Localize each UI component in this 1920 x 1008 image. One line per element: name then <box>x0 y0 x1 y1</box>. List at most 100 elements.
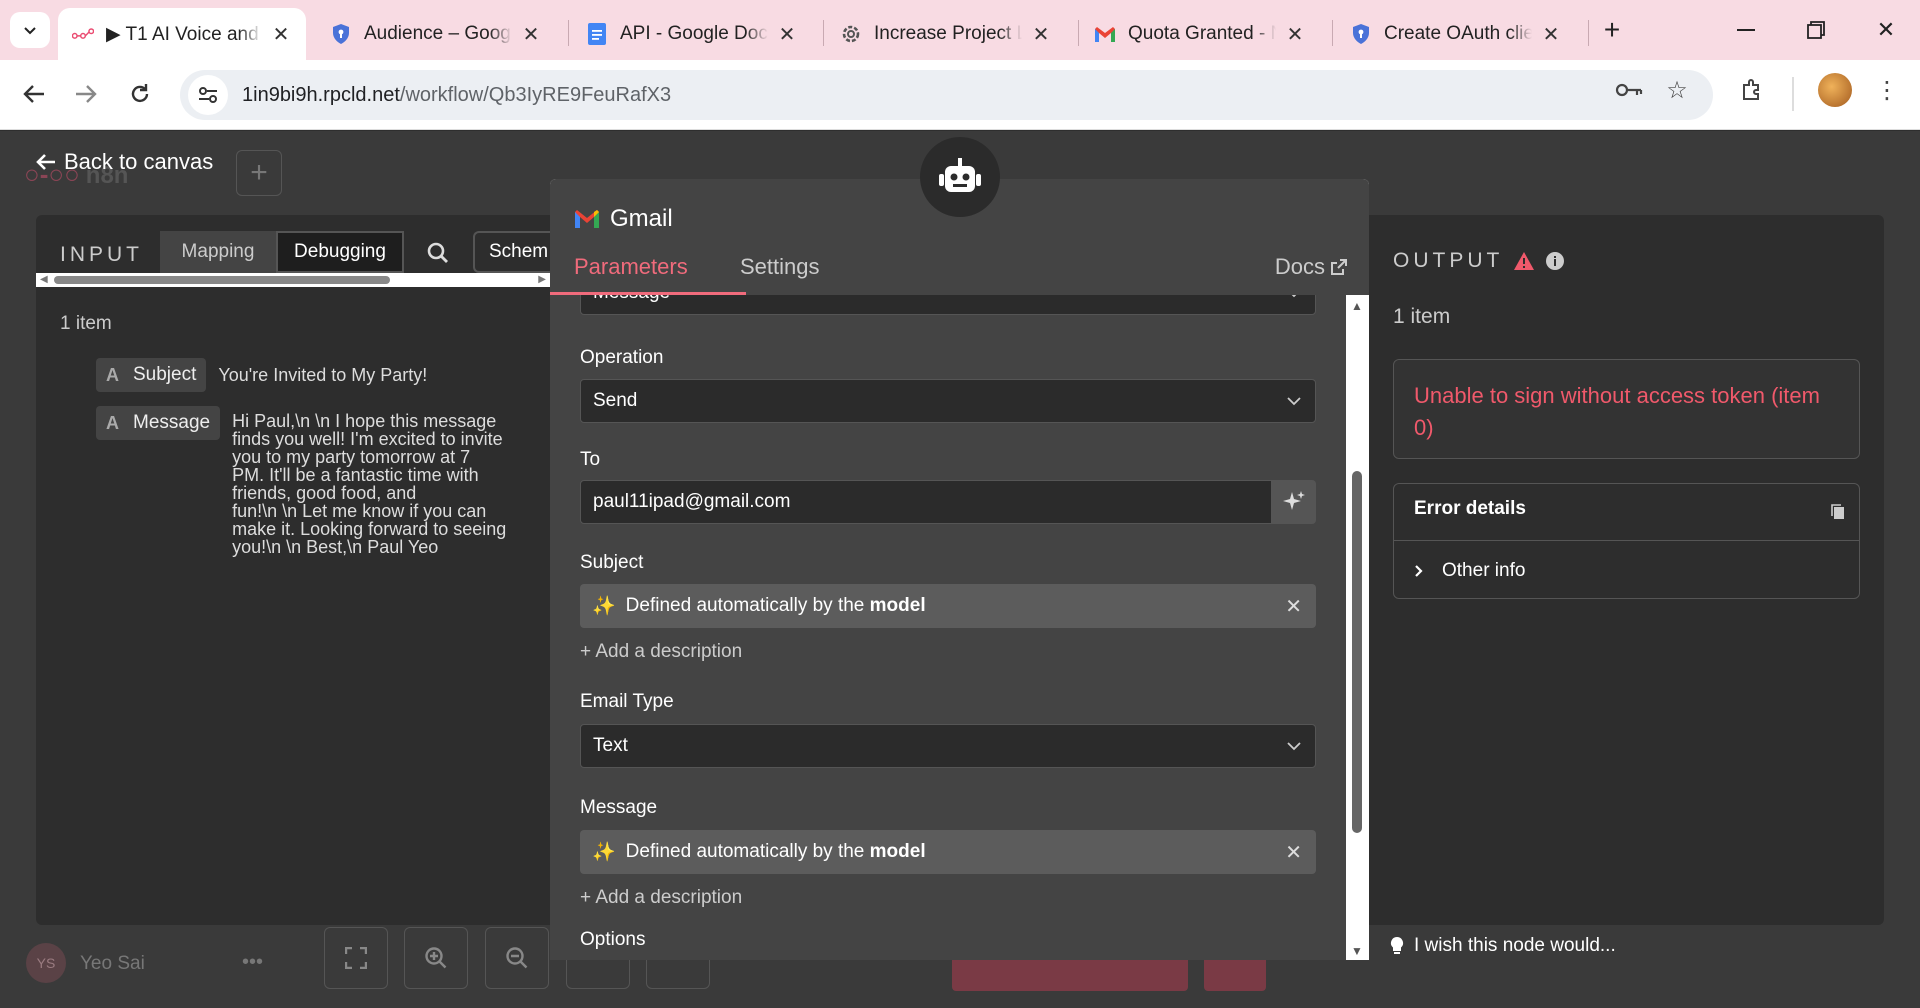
close-icon[interactable]: ✕ <box>270 22 292 47</box>
tab-separator <box>568 20 569 46</box>
field-name: Message <box>133 412 211 433</box>
subject-model-field[interactable]: ✨ Defined automatically by the model ✕ <box>580 584 1316 628</box>
close-icon[interactable]: ✕ <box>1284 22 1306 47</box>
tab-increase-project[interactable]: Increase Project Lir ✕ <box>826 8 1066 60</box>
vertical-scrollbar[interactable]: ▲ ▼ <box>1346 295 1369 960</box>
message-line: Hi Paul,\n \n I hope this message <box>232 411 497 431</box>
add-description-link[interactable]: + Add a description <box>580 641 742 663</box>
arrow-right-icon <box>76 85 97 103</box>
warning-icon <box>1514 252 1535 270</box>
message-line: fun!\n \n Let me know if you can <box>232 501 487 521</box>
feedback-link[interactable]: I wish this node would... <box>1390 935 1616 957</box>
zoom-out-button[interactable] <box>485 927 549 989</box>
copy-icon[interactable] <box>1831 504 1845 520</box>
user-menu-button[interactable]: ••• <box>242 951 263 974</box>
field-tag[interactable]: A Message <box>96 406 221 440</box>
tab-title: Quota Granted - N <box>1128 23 1276 44</box>
chevron-down-icon <box>24 27 36 35</box>
docs-link[interactable]: Docs <box>1275 254 1347 280</box>
message-line: finds you well! I'm excited to invite <box>232 429 503 449</box>
new-tab-button[interactable]: + <box>1592 10 1632 50</box>
close-icon[interactable]: ✕ <box>1285 840 1302 865</box>
window-close-button[interactable]: ✕ <box>1866 10 1906 50</box>
tab-search-button[interactable] <box>10 12 50 48</box>
model-prefix: Defined automatically by the <box>625 595 870 616</box>
tab-api-docs[interactable]: API - Google Docs ✕ <box>572 8 812 60</box>
site-info-icon[interactable] <box>188 75 228 115</box>
email-type-value: Text <box>593 735 628 756</box>
search-icon[interactable] <box>420 235 456 271</box>
password-key-icon[interactable] <box>1614 75 1644 105</box>
back-nav-button[interactable] <box>14 74 54 114</box>
scrollbar-thumb[interactable] <box>1352 471 1362 833</box>
zoom-in-icon <box>425 947 447 969</box>
close-icon[interactable]: ✕ <box>776 22 798 47</box>
schema-view-button[interactable]: Schem <box>473 231 550 273</box>
divider <box>1394 540 1859 541</box>
field-tag[interactable]: A Subject <box>96 358 207 392</box>
browser-tab-strip: ▶ T1 AI Voice and ✕ Audience – Google ✕ … <box>0 0 1920 60</box>
model-prefix: Defined automatically by the <box>625 841 870 862</box>
restore-button[interactable] <box>1796 10 1836 50</box>
scroll-up-icon[interactable]: ▲ <box>1351 299 1363 313</box>
tab-audience[interactable]: Audience – Google ✕ <box>316 8 556 60</box>
horizontal-scrollbar[interactable]: ◀ ▶ <box>36 273 550 287</box>
sparkle-icon <box>1283 491 1305 510</box>
parameters-form: Message Operation Send To paul11ipad@gma… <box>550 295 1346 960</box>
string-type-icon: A <box>106 364 119 385</box>
fit-view-button[interactable] <box>324 927 388 989</box>
mapping-toggle[interactable]: Mapping <box>160 231 276 273</box>
close-icon[interactable]: ✕ <box>1030 22 1052 47</box>
avatar[interactable]: YS <box>26 943 66 983</box>
add-node-button[interactable]: + <box>236 150 282 196</box>
tab-n8n-workflow[interactable]: ▶ T1 AI Voice and ✕ <box>58 8 306 60</box>
debugging-toggle[interactable]: Debugging <box>276 231 404 273</box>
reload-button[interactable] <box>120 74 160 114</box>
message-model-field[interactable]: ✨ Defined automatically by the model ✕ <box>580 830 1316 874</box>
browser-menu-icon[interactable]: ⋮ <box>1872 75 1902 105</box>
model-word: model <box>869 841 926 862</box>
resource-select[interactable]: Message <box>580 295 1316 315</box>
operation-select[interactable]: Send <box>580 379 1316 423</box>
close-icon[interactable]: ✕ <box>1540 22 1562 47</box>
output-item-count: 1 item <box>1393 305 1451 328</box>
forward-nav-button[interactable] <box>66 74 106 114</box>
tab-quota-granted[interactable]: Quota Granted - N ✕ <box>1080 8 1320 60</box>
operation-label: Operation <box>580 347 664 368</box>
scroll-left-icon[interactable]: ◀ <box>40 274 48 285</box>
chevron-down-icon <box>1287 397 1301 406</box>
info-icon[interactable] <box>1545 251 1565 271</box>
tab-title: Audience – Google <box>364 23 512 44</box>
scroll-down-icon[interactable]: ▼ <box>1351 944 1363 958</box>
extensions-icon[interactable] <box>1738 75 1768 105</box>
error-details-title: Error details <box>1414 498 1526 519</box>
other-info-label: Other info <box>1442 560 1526 581</box>
back-to-canvas-label: Back to canvas <box>64 149 214 174</box>
output-panel: OUTPUT 1 item Unable to sign without acc… <box>1369 215 1884 925</box>
bookmark-star-icon[interactable]: ☆ <box>1662 75 1692 105</box>
profile-avatar[interactable] <box>1818 73 1852 107</box>
tab-create-oauth[interactable]: Create OAuth clien ✕ <box>1336 8 1576 60</box>
error-details-box: Error details Other info <box>1393 483 1860 599</box>
address-bar[interactable]: 1in9bi9h.rpcld.net/workflow/Qb3IyRE9FeuR… <box>180 70 1713 120</box>
minimize-button[interactable] <box>1726 10 1766 50</box>
other-info-toggle[interactable]: Other info <box>1414 560 1525 582</box>
close-icon[interactable]: ✕ <box>1285 594 1302 619</box>
tab-settings[interactable]: Settings <box>740 254 820 280</box>
to-input[interactable]: paul11ipad@gmail.com <box>580 480 1272 524</box>
back-to-canvas-button[interactable]: Back to canvas <box>36 149 213 175</box>
scroll-right-icon[interactable]: ▶ <box>538 274 546 285</box>
tab-parameters[interactable]: Parameters <box>574 254 688 280</box>
email-type-select[interactable]: Text <box>580 724 1316 768</box>
close-icon[interactable]: ✕ <box>520 22 542 47</box>
add-description-link[interactable]: + Add a description <box>580 887 742 909</box>
n8n-app: ○-○○ n8n Back to canvas + INPUT Mapping D… <box>0 131 1920 1008</box>
arrow-left-icon <box>23 85 44 103</box>
scrollbar-thumb[interactable] <box>54 276 390 284</box>
ai-fill-button[interactable] <box>1272 480 1316 524</box>
operation-value: Send <box>593 390 638 411</box>
message-label: Message <box>580 797 658 818</box>
tab-title: API - Google Docs <box>620 23 768 44</box>
zoom-in-button[interactable] <box>404 927 468 989</box>
sparkle-icon: ✨ <box>592 596 616 617</box>
